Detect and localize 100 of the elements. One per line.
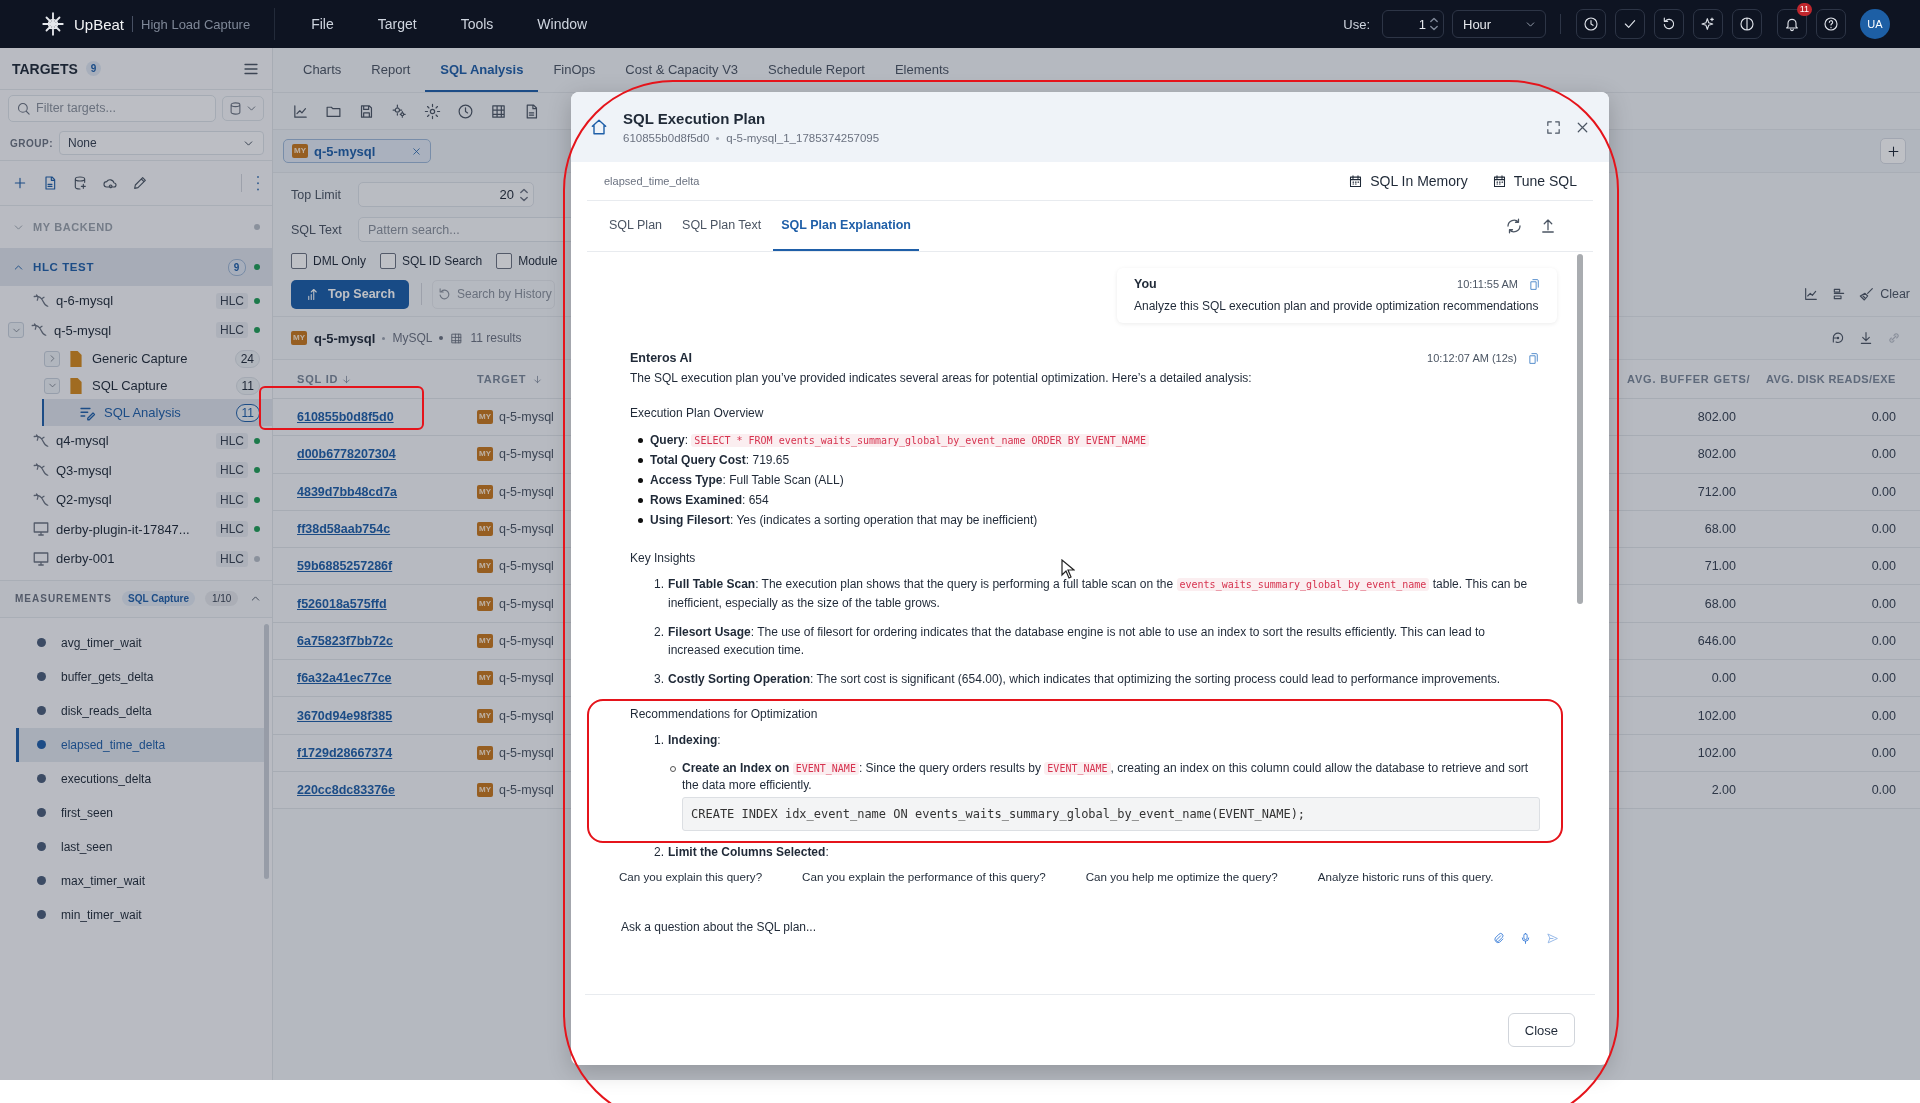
add-database-button[interactable] xyxy=(72,175,88,191)
group-select[interactable]: None xyxy=(59,131,264,155)
user-avatar[interactable]: UA xyxy=(1860,9,1890,39)
attach-button[interactable] xyxy=(1492,932,1505,945)
target-item[interactable]: q-5-mysql HLC xyxy=(0,315,272,345)
scrollbar[interactable] xyxy=(264,623,269,879)
menu-item[interactable]: Window xyxy=(515,16,610,32)
sql-id-link[interactable]: f1729d28667374 xyxy=(297,745,393,760)
table-cell: 0.00 xyxy=(1711,671,1736,686)
target-item[interactable]: derby-001 HLC xyxy=(0,544,272,574)
question-field[interactable]: Ask a question about the SQL plan... xyxy=(619,907,1561,980)
copy-button[interactable] xyxy=(1527,351,1540,365)
sql-id-link[interactable]: ff38d58aab754c xyxy=(297,522,391,537)
download-button[interactable] xyxy=(1858,330,1874,346)
microphone-button[interactable] xyxy=(1519,932,1532,945)
clock-button[interactable] xyxy=(1576,9,1606,39)
add-button[interactable] xyxy=(1880,138,1906,164)
sql-id-link[interactable]: 3670d94e98f385 xyxy=(297,708,393,723)
tab[interactable]: SQL Plan Text xyxy=(674,201,770,251)
sql-id-link[interactable]: f526018a575ffd xyxy=(297,596,387,611)
save-button[interactable] xyxy=(358,102,375,120)
measurement-item[interactable]: max_timer_wait xyxy=(16,863,264,898)
suggestion-link[interactable]: Can you help me optimize the query? xyxy=(1085,869,1278,883)
checkbox[interactable] xyxy=(379,253,396,269)
measurement-item[interactable]: buffer_gets_delta xyxy=(16,659,264,694)
measurement-item[interactable]: last_seen xyxy=(16,829,264,864)
collapse-toggle[interactable] xyxy=(8,322,24,339)
use-input[interactable]: 1 xyxy=(1382,10,1444,38)
sql-id-link[interactable]: 6a75823f7bb72c xyxy=(297,633,393,648)
capture-item[interactable]: Generic Capture 24 xyxy=(0,345,272,372)
tab[interactable]: FinOps xyxy=(538,48,611,92)
gears-button[interactable] xyxy=(391,102,408,120)
tab[interactable]: Report xyxy=(356,48,426,92)
measurement-item[interactable]: elapsed_time_delta xyxy=(16,727,264,762)
clear-button[interactable]: Clear xyxy=(1859,286,1910,302)
theme-button[interactable] xyxy=(1732,9,1762,39)
rotate-icon xyxy=(1830,330,1846,346)
tab[interactable]: Cost & Capacity V3 xyxy=(610,48,754,92)
measurement-item[interactable]: first_seen xyxy=(16,795,264,830)
action-button[interactable]: Tune SQL xyxy=(1491,173,1577,189)
settings-button[interactable] xyxy=(424,102,441,120)
measurement-item[interactable]: avg_timer_wait xyxy=(16,625,264,660)
help-button[interactable] xyxy=(1816,9,1846,39)
sql-id-link[interactable]: 610855b0d8f5d0 xyxy=(297,410,394,425)
menu-item[interactable]: Target xyxy=(355,16,439,32)
sql-id-link[interactable]: 4839d7bb48cd7a xyxy=(297,484,398,499)
tab[interactable]: SQL Analysis xyxy=(425,48,539,92)
chart-button[interactable] xyxy=(1803,286,1820,302)
target-item[interactable]: q-6-mysql HLC xyxy=(0,286,272,316)
top-search-button[interactable]: Top Search xyxy=(291,279,409,309)
check-button[interactable] xyxy=(1615,9,1645,39)
target-chip[interactable]: MY q-5-mysql xyxy=(283,139,431,163)
suggestion-link[interactable]: Can you explain the performance of this query? xyxy=(802,869,1046,883)
table-button[interactable] xyxy=(490,102,507,120)
maximize-button[interactable] xyxy=(1545,118,1562,136)
database-dropdown[interactable] xyxy=(222,95,264,121)
analysis-item[interactable]: SQL Analysis 11 xyxy=(42,399,272,426)
reload-button[interactable] xyxy=(1830,330,1846,346)
history-button[interactable] xyxy=(457,102,474,120)
tab[interactable]: Elements xyxy=(879,48,965,92)
target-item[interactable]: Q3-mysql HLC xyxy=(0,455,272,485)
action-button[interactable]: SQL In Memory xyxy=(1348,173,1468,189)
checkbox[interactable] xyxy=(291,253,307,269)
capture-item[interactable]: SQL Capture 11 xyxy=(0,372,272,399)
sql-id-link[interactable]: 59b6885257286f xyxy=(297,559,393,574)
chart-button[interactable] xyxy=(292,102,309,120)
edit-button[interactable] xyxy=(132,175,148,191)
target-item[interactable]: derby-plugin-it-17847... HLC xyxy=(0,514,272,544)
more-button[interactable] xyxy=(256,175,260,191)
measurements-title: MEASUREMENTS xyxy=(15,593,112,604)
menu-item[interactable]: File xyxy=(289,16,356,32)
unit-select[interactable]: Hour xyxy=(1452,10,1546,38)
undo-button[interactable] xyxy=(1654,9,1684,39)
expand-toggle[interactable] xyxy=(44,377,60,394)
sql-id-link[interactable]: 220cc8dc83376e xyxy=(297,783,395,798)
checkbox[interactable] xyxy=(496,253,513,269)
close-button[interactable]: Close xyxy=(1507,1013,1575,1047)
suggestion-link[interactable]: Analyze historic runs of this query. xyxy=(1317,869,1494,883)
target-item[interactable]: q4-mysql HLC xyxy=(0,426,272,456)
sparkle-button[interactable] xyxy=(1693,9,1723,39)
expand-toggle[interactable] xyxy=(44,350,60,367)
close-button[interactable] xyxy=(411,145,422,157)
tab[interactable]: SQL Plan Explanation xyxy=(773,201,919,251)
menu-item[interactable]: Tools xyxy=(438,16,516,32)
measurement-item[interactable]: min_timer_wait xyxy=(16,897,264,932)
sql-id-link[interactable]: f6a32a41ec77ce xyxy=(297,671,392,686)
suggestion-link[interactable]: Can you explain this query? xyxy=(619,869,763,883)
top-limit-field[interactable]: 20 xyxy=(358,182,534,207)
tab[interactable]: Schedule Report xyxy=(753,48,880,92)
table-cell: q-5-mysql xyxy=(499,447,554,462)
measurement-item[interactable]: executions_delta xyxy=(16,761,264,796)
scrollbar[interactable] xyxy=(1577,254,1583,604)
copy-button[interactable] xyxy=(1528,277,1541,291)
sql-id-link[interactable]: d00b6778207304 xyxy=(297,447,396,462)
group-header[interactable]: HLC TEST 9 xyxy=(0,248,272,286)
import-button[interactable] xyxy=(42,175,58,191)
tab[interactable]: Charts xyxy=(288,48,357,92)
target-item[interactable]: Q2-mysql HLC xyxy=(0,485,272,515)
db-badge: MY xyxy=(292,144,308,158)
measurement-item[interactable]: disk_reads_delta xyxy=(16,693,264,728)
